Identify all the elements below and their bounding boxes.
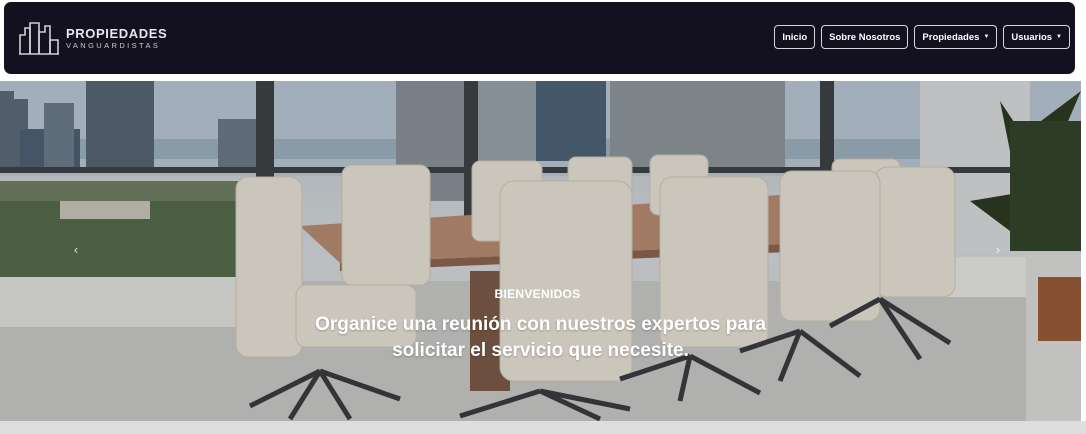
nav-inicio-label: Inicio [782,31,808,43]
brand-title: PROPIEDADES [66,25,168,41]
hero-kicker: BIENVENIDOS [494,287,581,301]
caret-down-icon: ▼ [1056,34,1062,40]
navbar: PROPIEDADES VANGUARDISTAS Inicio Sobre N… [4,2,1075,74]
nav-sobre-nosotros-label: Sobre Nosotros [829,31,901,43]
nav-propiedades-label: Propiedades [922,31,980,43]
nav-usuarios-label: Usuarios [1011,31,1053,43]
carousel-next-icon[interactable]: › [988,239,1008,259]
brand-text: PROPIEDADES VANGUARDISTAS [66,27,167,50]
hero-caption: BIENVENIDOS Organice una reunión con nue… [0,287,1081,364]
hero-text: Organice una reunión con nuestros expert… [315,314,766,361]
carousel-prev-icon[interactable]: ‹ [66,239,86,259]
nav-inicio-button[interactable]: Inicio [774,25,816,49]
page-bottom-strip [0,421,1086,434]
brand-subtitle: VANGUARDISTAS [66,40,161,50]
hero-carousel: ‹ › BIENVENIDOS Organice una reunión con… [0,81,1081,421]
nav-sobre-nosotros-button[interactable]: Sobre Nosotros [821,25,909,49]
hero-image-meeting-room [0,81,1081,421]
city-skyline-icon [19,20,59,56]
caret-down-icon: ▼ [983,34,990,40]
main-nav: Inicio Sobre Nosotros Propiedades ▼ Usua… [774,25,1070,49]
nav-propiedades-dropdown[interactable]: Propiedades ▼ [914,25,998,49]
brand-logo-link[interactable]: PROPIEDADES VANGUARDISTAS [19,20,167,56]
nav-usuarios-dropdown[interactable]: Usuarios ▼ [1003,25,1070,49]
